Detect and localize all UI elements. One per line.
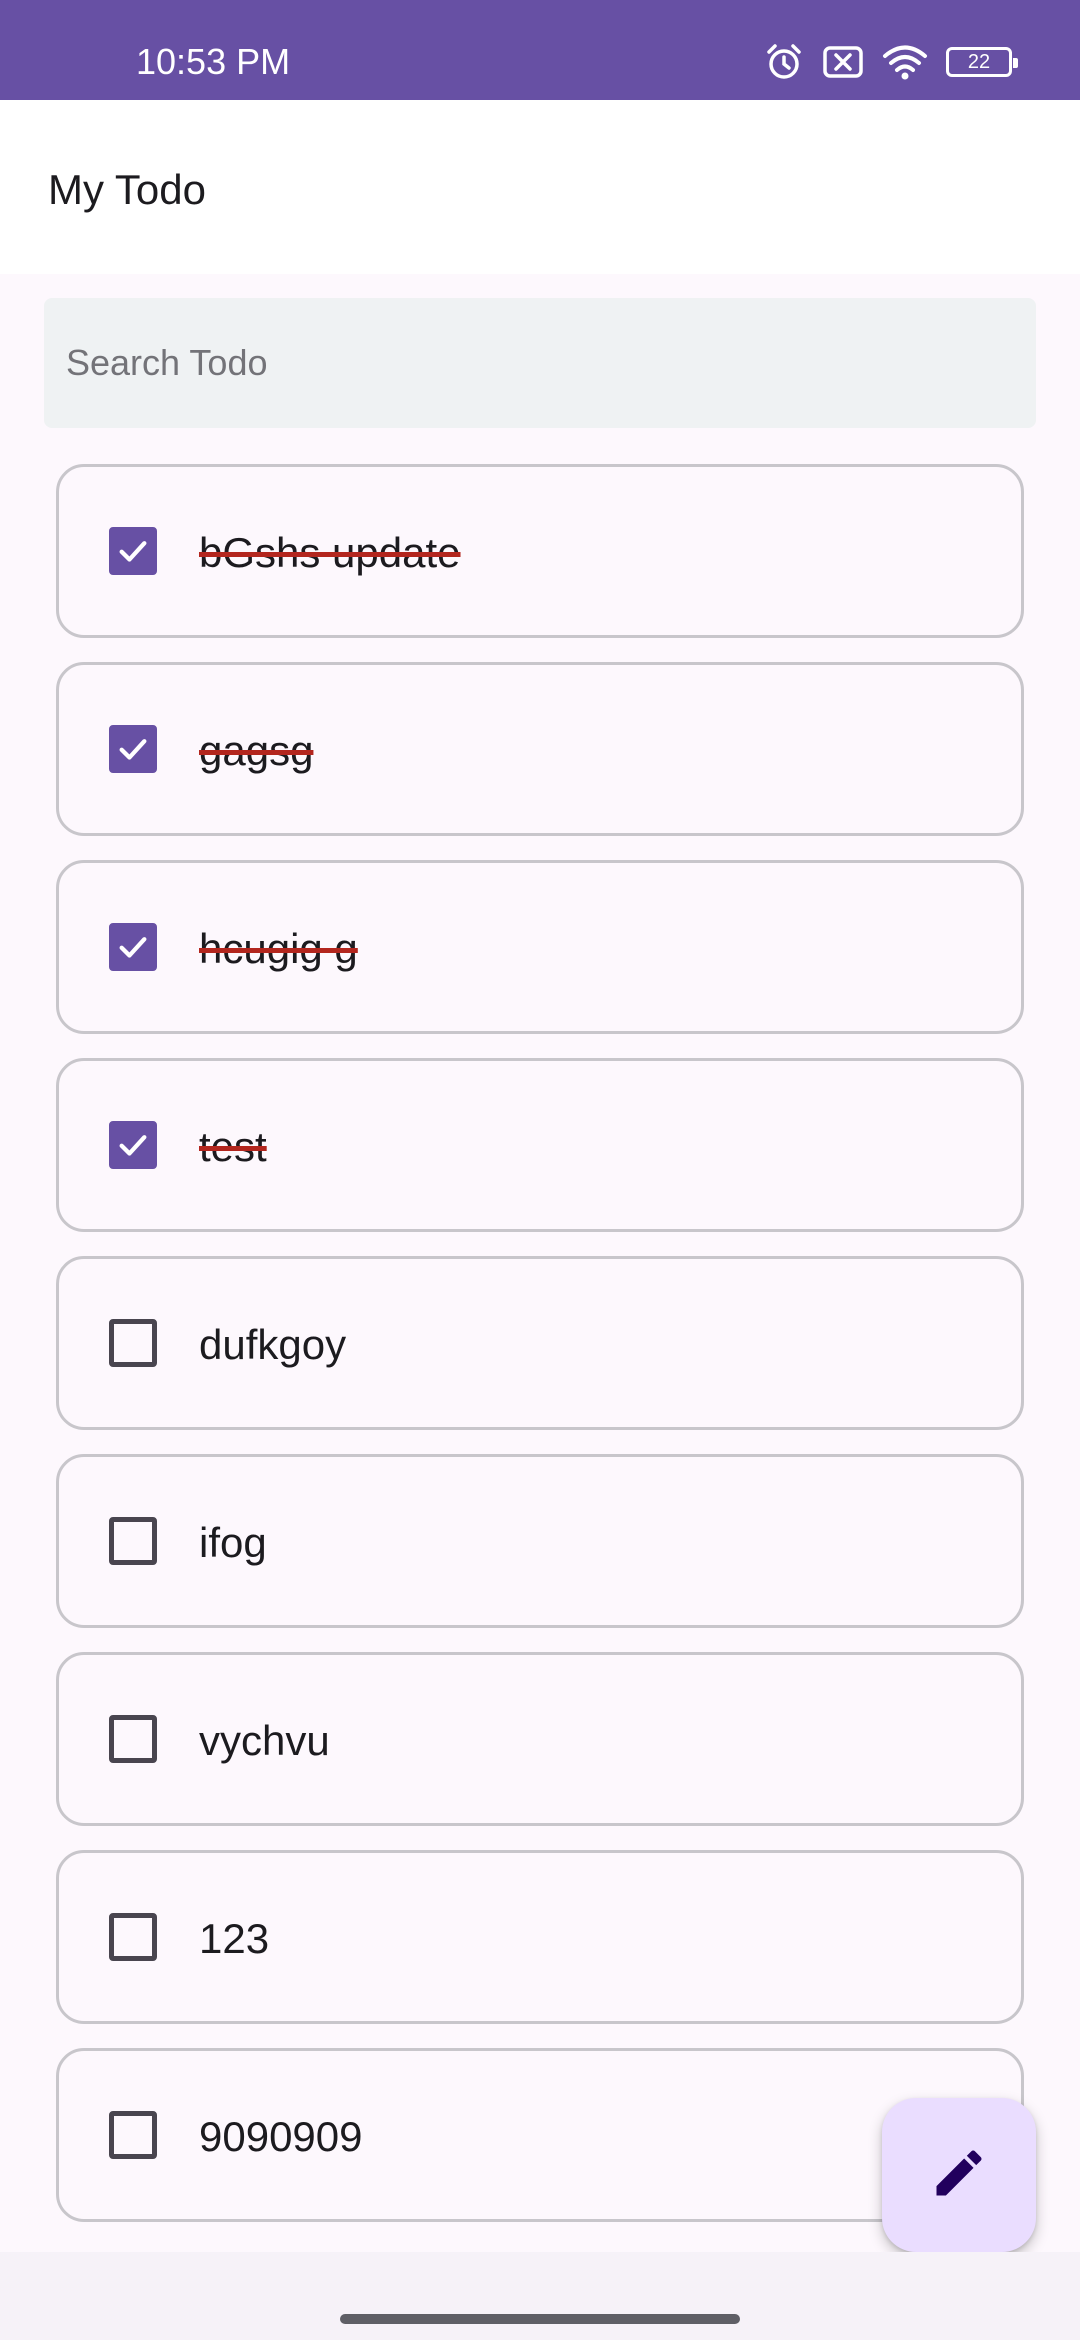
todo-item[interactable]: gagsg bbox=[56, 662, 1024, 836]
todo-label: vychvu bbox=[199, 1717, 330, 1764]
todo-item[interactable]: 123 bbox=[56, 1850, 1024, 2024]
todo-label: 123 bbox=[199, 1915, 270, 1962]
todo-checkbox-checked[interactable] bbox=[109, 527, 157, 575]
system-navigation-bar bbox=[0, 2252, 1080, 2340]
todo-item[interactable]: 9090909 bbox=[56, 2048, 1024, 2222]
top-app-bar: My Todo bbox=[0, 100, 1080, 274]
todo-list: bGshs update gagsg hcugig g test dufkgoy ifog… bbox=[56, 464, 1024, 2252]
todo-label: gagsg bbox=[199, 727, 314, 774]
todo-checkbox[interactable] bbox=[109, 1319, 157, 1367]
alarm-icon bbox=[764, 42, 804, 82]
todo-checkbox[interactable] bbox=[109, 1913, 157, 1961]
checkmark-icon bbox=[119, 541, 147, 562]
todo-checkbox-checked[interactable] bbox=[109, 725, 157, 773]
todo-checkbox[interactable] bbox=[109, 1517, 157, 1565]
status-time: 10:53 PM bbox=[136, 41, 291, 82]
todo-label: bGshs update bbox=[199, 529, 461, 576]
status-bar: 10:53 PM 22 bbox=[0, 0, 1080, 100]
todo-item[interactable]: bGshs update bbox=[56, 464, 1024, 638]
todo-label: test bbox=[199, 1123, 267, 1170]
todo-label: ifog bbox=[199, 1519, 267, 1566]
todo-item[interactable]: hcugig g bbox=[56, 860, 1024, 1034]
checkmark-icon bbox=[119, 739, 147, 760]
todo-checkbox-checked[interactable] bbox=[109, 923, 157, 971]
todo-checkbox-checked[interactable] bbox=[109, 1121, 157, 1169]
status-icons: 22 bbox=[764, 40, 1018, 84]
checkmark-icon bbox=[119, 937, 147, 958]
todo-item[interactable]: ifog bbox=[56, 1454, 1024, 1628]
todo-label: 9090909 bbox=[199, 2113, 363, 2160]
checkmark-icon bbox=[119, 1135, 147, 1156]
todo-label: hcugig g bbox=[199, 925, 358, 972]
todo-label: dufkgoy bbox=[199, 1321, 347, 1368]
battery-icon: 22 bbox=[946, 47, 1018, 77]
add-todo-button[interactable] bbox=[882, 2098, 1036, 2252]
search-input[interactable] bbox=[44, 298, 1036, 428]
todo-item[interactable]: test bbox=[56, 1058, 1024, 1232]
home-gesture-handle[interactable] bbox=[340, 2314, 740, 2324]
wifi-icon bbox=[882, 42, 928, 82]
todo-checkbox[interactable] bbox=[109, 2111, 157, 2159]
page-title: My Todo bbox=[48, 166, 206, 213]
todo-checkbox[interactable] bbox=[109, 1715, 157, 1763]
no-sim-icon bbox=[822, 42, 864, 82]
todo-item[interactable]: dufkgoy bbox=[56, 1256, 1024, 1430]
todo-item[interactable]: vychvu bbox=[56, 1652, 1024, 1826]
search-field[interactable] bbox=[44, 298, 1036, 428]
battery-level: 22 bbox=[967, 50, 991, 73]
edit-pencil-icon bbox=[929, 2143, 989, 2208]
